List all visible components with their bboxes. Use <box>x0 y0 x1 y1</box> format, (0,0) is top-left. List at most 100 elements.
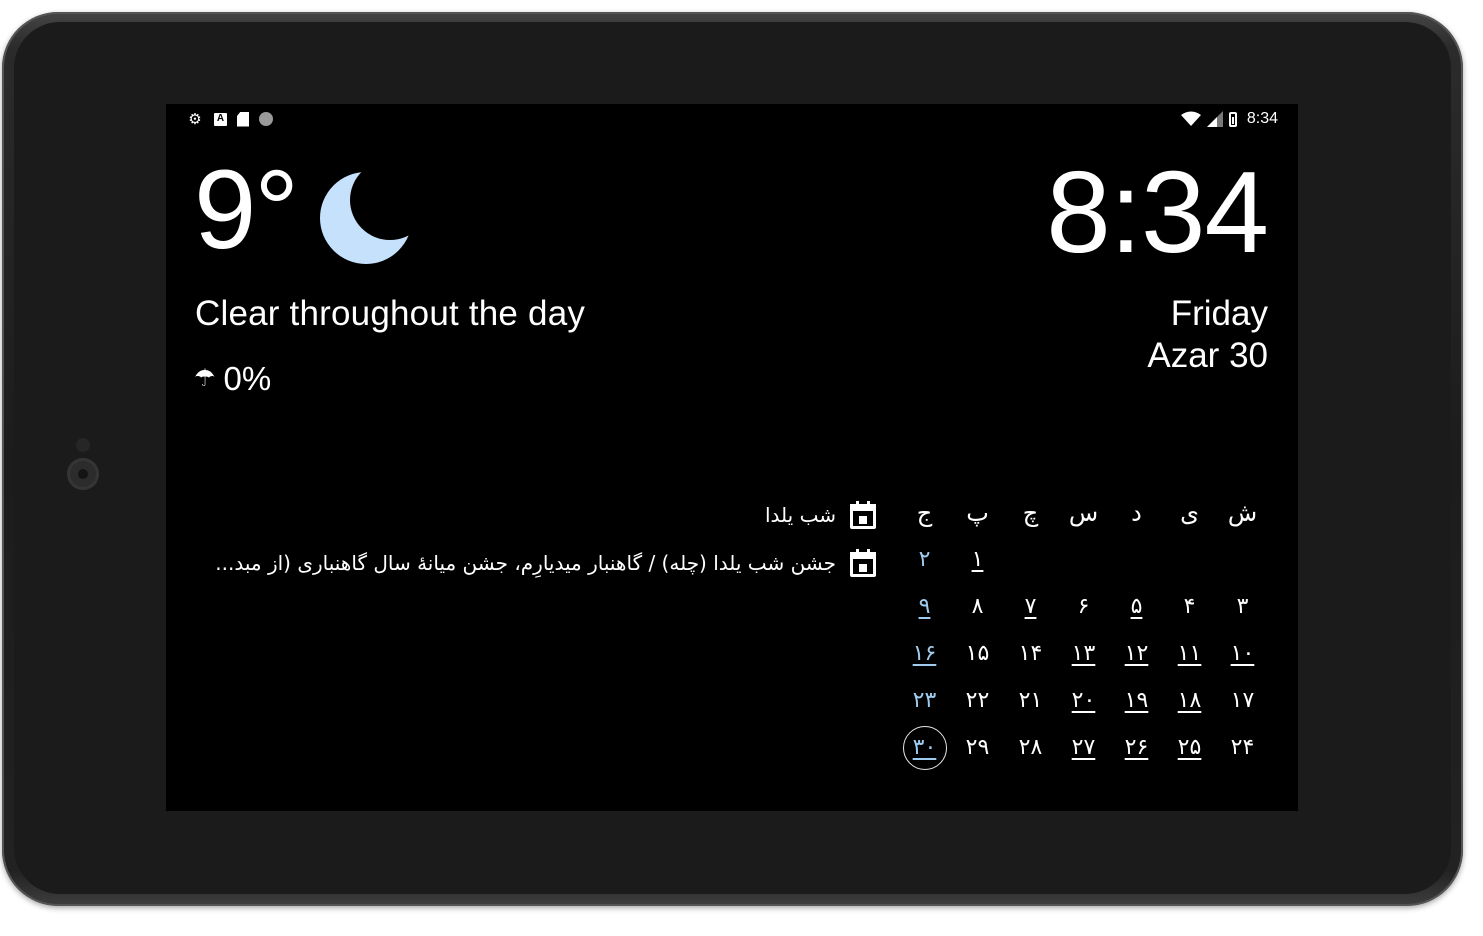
day-number: ۲۲ <box>965 688 990 713</box>
day-number: ۱۷ <box>1230 688 1255 713</box>
calendar-day[interactable]: ۵ <box>1110 583 1163 630</box>
weekday-label: ش <box>1227 498 1258 527</box>
calendar-day[interactable]: ۱ <box>951 536 1004 583</box>
calendar-grid: ۱ ۲ ۳ ۴ ۵ ۶ ۷ ۸ ۹ ۱۰ ۱۱ ۱۲ ۱۳ ۱۴ ۱۵ ۱۶ ۱۷ ۱۸ ۱۹ ۲۰ ۲۱ ۲۲ ۲۳ ۲۴ ۲… <box>897 536 1269 771</box>
calendar-day[interactable]: ۲۵ <box>1163 724 1216 771</box>
calendar-day <box>1004 536 1057 583</box>
weekday-label: س <box>1068 498 1099 527</box>
calendar-day[interactable]: ۱۲ <box>1110 630 1163 677</box>
calendar-day[interactable]: ۲۱ <box>1004 677 1057 724</box>
day-number: ۲۳ <box>912 688 937 713</box>
weekday-label: ی <box>1180 498 1199 527</box>
front-camera <box>67 458 99 490</box>
calendar-day[interactable]: ۲ <box>898 536 951 583</box>
event-title: جشن شب یلدا (چله) / گاهنبار میدیارِم، جش… <box>215 551 836 575</box>
calendar-week: ۳ ۴ ۵ ۶ ۷ ۸ ۹ <box>897 583 1269 630</box>
weekday-label: ج <box>916 498 933 527</box>
calendar-day[interactable]: ۲۲ <box>951 677 1004 724</box>
calendar-week: ۲۴ ۲۵ ۲۶ ۲۷ ۲۸ ۲۹ ۳۰ <box>897 724 1269 771</box>
day-number: ۶ <box>1077 594 1090 619</box>
precipitation-value: 0% <box>223 360 272 397</box>
calendar-day <box>1057 536 1110 583</box>
calendar-week: ۱۷ ۱۸ ۱۹ ۲۰ ۲۱ ۲۲ ۲۳ <box>897 677 1269 724</box>
calendar-day[interactable]: ۱۶ <box>898 630 951 677</box>
calendar-day[interactable]: ۴ <box>1163 583 1216 630</box>
day-number: ۲۱ <box>1018 688 1043 713</box>
day-number: ۱۵ <box>965 641 990 666</box>
calendar-day[interactable]: ۱۰ <box>1216 630 1269 677</box>
day-number: ۱۶ <box>912 641 937 666</box>
calendar-day[interactable]: ۲۰ <box>1057 677 1110 724</box>
calendar-day[interactable]: ۱۱ <box>1163 630 1216 677</box>
clock-date: Azar 30 <box>1147 336 1268 375</box>
event-title: شب یلدا <box>765 503 836 527</box>
signal-icon <box>1206 111 1223 127</box>
calendar-icon <box>850 549 876 577</box>
day-number: ۴ <box>1183 594 1196 619</box>
day-number: ۹ <box>918 594 931 619</box>
day-number: ۲۹ <box>965 735 990 760</box>
weekday-label: چ <box>1022 498 1039 527</box>
wifi-icon <box>1180 111 1201 126</box>
calendar-day[interactable]: ۲۳ <box>898 677 951 724</box>
calendar-day[interactable]: ۱۸ <box>1163 677 1216 724</box>
clock-time[interactable]: 8:34 <box>1046 154 1269 270</box>
clock-day: Friday <box>1170 294 1268 333</box>
day-number: ۲۷ <box>1071 735 1096 760</box>
sd-card-icon <box>237 111 249 127</box>
weekday-label: د <box>1131 498 1142 527</box>
event-item[interactable]: شب یلدا <box>765 501 876 529</box>
calendar-day[interactable]: ۱۵ <box>951 630 1004 677</box>
calendar-day[interactable]: ۲۴ <box>1216 724 1269 771</box>
precipitation[interactable]: ☂ 0% <box>194 360 271 398</box>
calendar-day[interactable]: ۳ <box>1216 583 1269 630</box>
month-calendar: شیدسچپج ۱ ۲ ۳ ۴ ۵ ۶ ۷ ۸ ۹ ۱۰ ۱۱ ۱۲ ۱۳ ۱۴ ۱۵ ۱۶ ۱۷ ۱۸ ۱۹ ۲۰ ۲… <box>897 489 1269 771</box>
calendar-day[interactable]: ۹ <box>898 583 951 630</box>
day-number: ۱۰ <box>1230 641 1255 666</box>
day-number: ۷ <box>1024 594 1037 619</box>
calendar-icon <box>850 501 876 529</box>
day-number: ۱۱ <box>1177 641 1202 666</box>
status-bar-left: ⚙ A <box>186 109 273 129</box>
day-number: ۲۵ <box>1177 735 1202 760</box>
day-number: ۱ <box>971 547 984 572</box>
day-number: ۲۴ <box>1230 735 1255 760</box>
calendar-day[interactable]: ۲۶ <box>1110 724 1163 771</box>
status-time: 8:34 <box>1246 110 1278 127</box>
dot-icon <box>259 112 273 126</box>
day-number: ۲۰ <box>1071 688 1096 713</box>
calendar-day[interactable]: ۱۹ <box>1110 677 1163 724</box>
day-number: ۲۸ <box>1018 735 1043 760</box>
status-bar-right: 8:34 <box>1180 109 1278 129</box>
day-number: ۱۳ <box>1071 641 1096 666</box>
day-number: ۸ <box>971 594 984 619</box>
calendar-day[interactable]: ۱۷ <box>1216 677 1269 724</box>
calendar-week: ۱۲ <box>897 536 1269 583</box>
sensor-dot <box>76 438 90 452</box>
day-number: ۳ <box>1236 594 1249 619</box>
calendar-day[interactable]: ۶ <box>1057 583 1110 630</box>
calendar-day[interactable]: ۸ <box>951 583 1004 630</box>
day-number: ۲ <box>918 547 931 572</box>
moon-icon <box>320 172 412 264</box>
battery-icon <box>1228 111 1237 127</box>
umbrella-icon: ☂ <box>194 365 216 392</box>
day-number: ۲۶ <box>1124 735 1149 760</box>
calendar-day-today[interactable]: ۳۰ <box>898 724 951 771</box>
calendar-day[interactable]: ۲۹ <box>951 724 1004 771</box>
calendar-day[interactable]: ۱۳ <box>1057 630 1110 677</box>
calendar-day[interactable]: ۷ <box>1004 583 1057 630</box>
day-number: ۵ <box>1130 594 1143 619</box>
calendar-day <box>1163 536 1216 583</box>
temperature[interactable]: 9° <box>194 154 299 266</box>
weather-summary[interactable]: Clear throughout the day <box>195 294 585 334</box>
calendar-day[interactable]: ۱۴ <box>1004 630 1057 677</box>
day-number: ۳۰ <box>912 735 937 760</box>
calendar-day[interactable]: ۲۸ <box>1004 724 1057 771</box>
keyboard-a-icon: A <box>214 112 227 126</box>
calendar-day <box>1110 536 1163 583</box>
calendar-day <box>1216 536 1269 583</box>
calendar-day[interactable]: ۲۷ <box>1057 724 1110 771</box>
weekday-label: پ <box>966 498 989 527</box>
event-item[interactable]: جشن شب یلدا (چله) / گاهنبار میدیارِم، جش… <box>215 549 876 577</box>
